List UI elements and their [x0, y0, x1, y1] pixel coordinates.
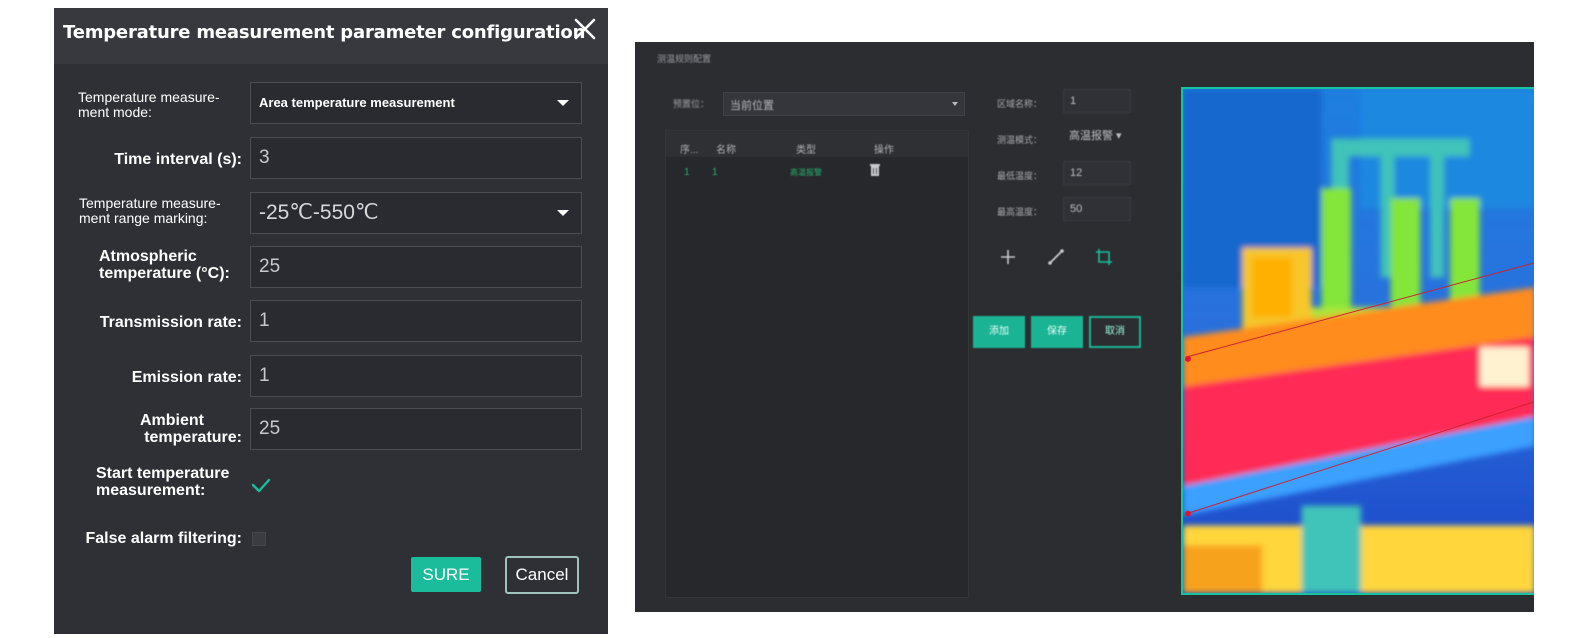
crop-area-icon[interactable]: [1093, 246, 1115, 268]
ambient-temperature-value: 25: [259, 418, 281, 439]
start-measurement-checkbox[interactable]: [250, 476, 272, 494]
ambient-temperature-label: Ambient temperature:: [140, 412, 242, 446]
measure-mode-label: 测温模式：: [997, 135, 1043, 145]
range-marking-label: Temperature measure- ment range marking:: [79, 196, 221, 226]
atmospheric-temperature-input[interactable]: 25: [250, 246, 582, 288]
sure-button[interactable]: SURE: [411, 557, 481, 592]
label-line: ment range marking:: [79, 210, 208, 226]
rule-list: 序... 名称 类型 操作 1 1 高温报警: [665, 130, 969, 598]
row-index: 1: [684, 167, 690, 178]
min-temp-label: 最低温度：: [997, 171, 1043, 181]
label-line: temperature:: [144, 429, 242, 446]
time-interval-value: 3: [259, 147, 270, 168]
preset-label: 预置位：: [673, 99, 710, 109]
label-line: Ambient: [140, 412, 204, 429]
start-measurement-label: Start temperature measurement:: [96, 465, 229, 499]
rule-list-header: 序... 名称 类型 操作: [666, 131, 968, 157]
cancel-button[interactable]: Cancel: [505, 556, 579, 594]
range-marking-value: -25℃-550℃: [259, 201, 379, 224]
chevron-down-icon: [557, 210, 569, 216]
row-type: 高温报警: [790, 168, 822, 177]
add-button[interactable]: 添加: [973, 316, 1025, 348]
col-name: 名称: [716, 145, 736, 156]
area-name-input[interactable]: 1: [1063, 89, 1131, 113]
close-icon[interactable]: [572, 16, 598, 42]
max-temp-label: 最高温度：: [997, 207, 1043, 217]
label-line: ment mode:: [78, 104, 152, 120]
thermal-config-screenshot: 测温规则配置 预置位： 当前位置 序... 名称 类型 操作 1 1 高温报警 …: [635, 42, 1534, 612]
measurement-mode-value: Area temperature measurement: [259, 95, 455, 110]
col-action: 操作: [874, 145, 894, 156]
emission-rate-input[interactable]: 1: [250, 355, 582, 397]
row-name: 1: [712, 167, 718, 178]
max-temp-input[interactable]: 50: [1063, 197, 1131, 221]
chevron-down-icon: [557, 100, 569, 106]
plus-icon[interactable]: [997, 246, 1019, 268]
time-interval-input[interactable]: 3: [250, 137, 582, 179]
col-index: 序...: [680, 145, 699, 156]
transmission-rate-label: Transmission rate:: [99, 314, 242, 331]
label-line: Temperature measure-: [78, 89, 220, 105]
label-line: Atmospheric: [99, 248, 197, 265]
transmission-rate-value: 1: [259, 310, 270, 331]
dialog-title: Temperature measurement parameter config…: [63, 22, 586, 43]
label-line: Temperature measure-: [79, 195, 221, 211]
atmospheric-temperature-value: 25: [259, 256, 281, 277]
false-alarm-checkbox[interactable]: [252, 532, 266, 546]
min-temp-input[interactable]: 12: [1063, 161, 1131, 185]
label-line: Start temperature: [96, 465, 230, 482]
dialog-header: Temperature measurement parameter config…: [54, 8, 608, 64]
ambient-temperature-input[interactable]: 25: [250, 408, 582, 450]
range-marking-select[interactable]: -25℃-550℃: [250, 192, 582, 234]
measurement-mode-label: Temperature measure- ment mode:: [78, 90, 220, 120]
false-alarm-label: False alarm filtering:: [85, 530, 243, 547]
measurement-mode-select[interactable]: Area temperature measurement: [250, 82, 582, 124]
atmospheric-temperature-label: Atmospheric temperature (°C):: [99, 248, 230, 282]
time-interval-label: Time interval (s):: [114, 151, 242, 168]
emission-rate-label: Emission rate:: [131, 369, 242, 386]
col-type: 类型: [796, 145, 816, 156]
cancel-button[interactable]: 取消: [1089, 316, 1141, 348]
temperature-config-dialog: Temperature measurement parameter config…: [54, 8, 608, 634]
line-icon[interactable]: [1045, 246, 1067, 268]
thermal-image: [1181, 87, 1534, 595]
chevron-down-icon: [952, 102, 958, 106]
preset-value: 当前位置: [730, 100, 774, 112]
transmission-rate-input[interactable]: 1: [250, 300, 582, 342]
label-line: measurement:: [96, 482, 206, 499]
emission-rate-value: 1: [259, 365, 270, 386]
save-button[interactable]: 保存: [1031, 316, 1083, 348]
measure-mode-select[interactable]: 高温报警 ▾: [1063, 125, 1131, 149]
area-name-label: 区域名称：: [997, 99, 1043, 109]
screenshot-title: 测温规则配置: [657, 54, 712, 64]
preset-select[interactable]: 当前位置: [723, 92, 965, 116]
label-line: temperature (°C):: [99, 265, 230, 282]
trash-icon[interactable]: [869, 163, 881, 177]
